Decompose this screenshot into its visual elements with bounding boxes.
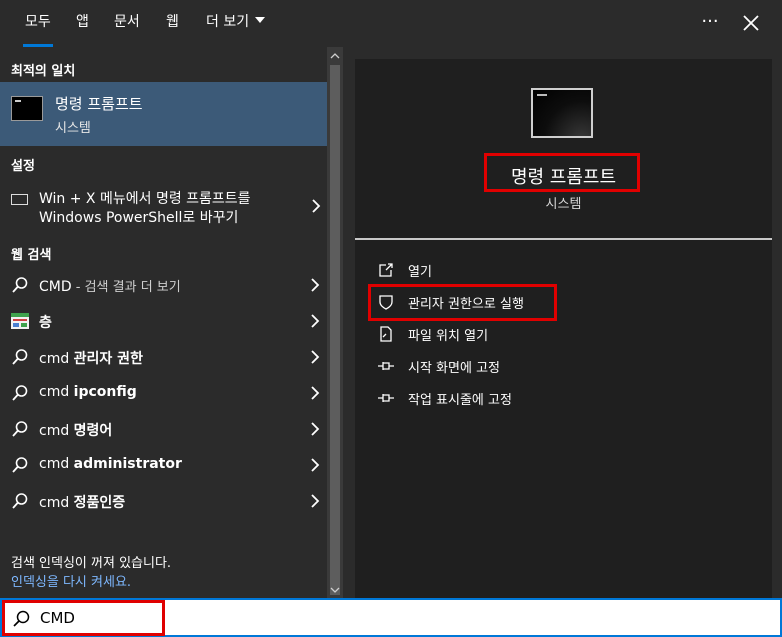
- web-search-item-label: cmd ipconfig: [39, 384, 137, 400]
- web-search-item-label: cmd 명령어: [39, 423, 113, 439]
- open-icon: [379, 263, 393, 277]
- action-label: 파일 위치 열기: [408, 329, 489, 344]
- search-icon: [12, 421, 28, 437]
- tab-all[interactable]: 모두: [23, 0, 53, 47]
- shield-icon: [379, 295, 393, 310]
- action-open-file-location[interactable]: 파일 위치 열기: [375, 320, 675, 348]
- chevron-right-icon: [311, 422, 320, 436]
- divider: [355, 238, 772, 240]
- search-box[interactable]: [0, 598, 782, 637]
- chevron-right-icon: [311, 278, 320, 292]
- settings-item-line1: Win + X 메뉴에서 명령 프롬프트를: [39, 191, 251, 207]
- action-pin-to-start[interactable]: 시작 화면에 고정: [375, 352, 675, 380]
- search-icon: [12, 385, 28, 401]
- web-search-item[interactable]: cmd administrator: [0, 447, 327, 483]
- preview-subtitle: 시스템: [545, 197, 582, 212]
- action-pin-to-taskbar[interactable]: 작업 표시줄에 고정: [375, 384, 675, 412]
- tab-apps[interactable]: 앱: [76, 0, 89, 47]
- web-search-item-label: cmd 정품인증: [39, 495, 126, 511]
- web-search-item-label: cmd administrator: [39, 456, 182, 472]
- pin-icon: [378, 394, 394, 402]
- close-icon[interactable]: [740, 12, 762, 34]
- settings-header: 설정: [11, 159, 35, 174]
- tab-web[interactable]: 웹: [166, 0, 179, 47]
- scroll-up-icon[interactable]: [327, 49, 343, 63]
- scroll-down-icon[interactable]: [327, 583, 343, 597]
- action-label: 시작 화면에 고정: [408, 361, 500, 376]
- web-search-item-label: cmd 관리자 권한: [39, 351, 143, 367]
- search-icon: [12, 277, 28, 293]
- search-input[interactable]: [40, 606, 760, 630]
- results-scrollbar[interactable]: [327, 47, 343, 598]
- web-search-item[interactable]: cmd ipconfig: [0, 375, 327, 411]
- index-status-message: 검색 인덱싱이 꺼져 있습니다.: [11, 556, 172, 571]
- window-icon: [11, 194, 28, 205]
- chevron-right-icon: [311, 386, 320, 400]
- pin-icon: [378, 362, 394, 370]
- web-search-item-label: 층: [39, 315, 52, 331]
- settings-item-powershell[interactable]: Win + X 메뉴에서 명령 프롬프트를 Windows PowerShell…: [0, 184, 327, 230]
- best-match-header: 최적의 일치: [11, 64, 76, 79]
- tab-documents[interactable]: 문서: [114, 0, 140, 47]
- web-search-header: 웹 검색: [11, 248, 52, 263]
- web-search-item[interactable]: 층: [0, 303, 327, 339]
- best-match-subtitle: 시스템: [55, 121, 91, 136]
- chevron-right-icon: [311, 458, 320, 472]
- chevron-down-icon: [255, 17, 266, 23]
- results-panel: 최적의 일치 명령 프롬프트 시스템 설정 Win + X 메뉴에서 명령 프롬…: [0, 47, 327, 541]
- preview-title: 명령 프롬프트: [510, 167, 617, 188]
- web-search-item[interactable]: cmd 정품인증: [0, 483, 327, 519]
- action-label: 관리자 권한으로 실행: [408, 297, 524, 312]
- search-icon: [12, 457, 28, 473]
- tab-more-label: 더 보기: [206, 14, 250, 30]
- search-tab-bar: 모두 앱 문서 웹 더 보기 ···: [0, 0, 782, 47]
- action-label: 열기: [408, 265, 432, 280]
- chevron-right-icon: [311, 314, 320, 328]
- scroll-thumb[interactable]: [330, 65, 340, 595]
- enable-indexing-link[interactable]: 인덱싱을 다시 켜세요.: [11, 571, 131, 590]
- image-thumbnail-icon: [11, 313, 29, 329]
- best-match-title: 명령 프롬프트: [55, 95, 143, 113]
- chevron-right-icon: [311, 350, 320, 364]
- action-run-as-admin[interactable]: 관리자 권한으로 실행: [375, 288, 675, 316]
- web-search-item-label: CMD - 검색 결과 더 보기: [39, 279, 181, 295]
- preview-panel: 명령 프롬프트 시스템 열기 관리자 권한으로 실행 파일 위치 열기 시작 화…: [355, 59, 772, 598]
- more-options-button[interactable]: ···: [698, 8, 722, 36]
- command-prompt-icon: [531, 88, 593, 138]
- web-search-item[interactable]: CMD - 검색 결과 더 보기: [0, 267, 327, 303]
- best-match-item[interactable]: 명령 프롬프트 시스템: [0, 82, 327, 146]
- search-icon: [12, 493, 28, 509]
- command-prompt-icon: [11, 96, 43, 121]
- action-open[interactable]: 열기: [375, 256, 675, 284]
- chevron-right-icon: [312, 199, 321, 213]
- search-icon: [12, 349, 28, 365]
- search-icon: [13, 610, 30, 627]
- chevron-right-icon: [311, 494, 320, 508]
- index-status: 검색 인덱싱이 꺼져 있습니다. 인덱싱을 다시 켜세요.: [0, 541, 327, 598]
- web-search-item[interactable]: cmd 명령어: [0, 411, 327, 447]
- action-label: 작업 표시줄에 고정: [408, 393, 512, 408]
- file-location-icon: [380, 326, 392, 342]
- web-search-item[interactable]: cmd 관리자 권한: [0, 339, 327, 375]
- settings-item-line2: Windows PowerShell로 바꾸기: [39, 210, 239, 226]
- tab-more[interactable]: 더 보기: [206, 0, 266, 47]
